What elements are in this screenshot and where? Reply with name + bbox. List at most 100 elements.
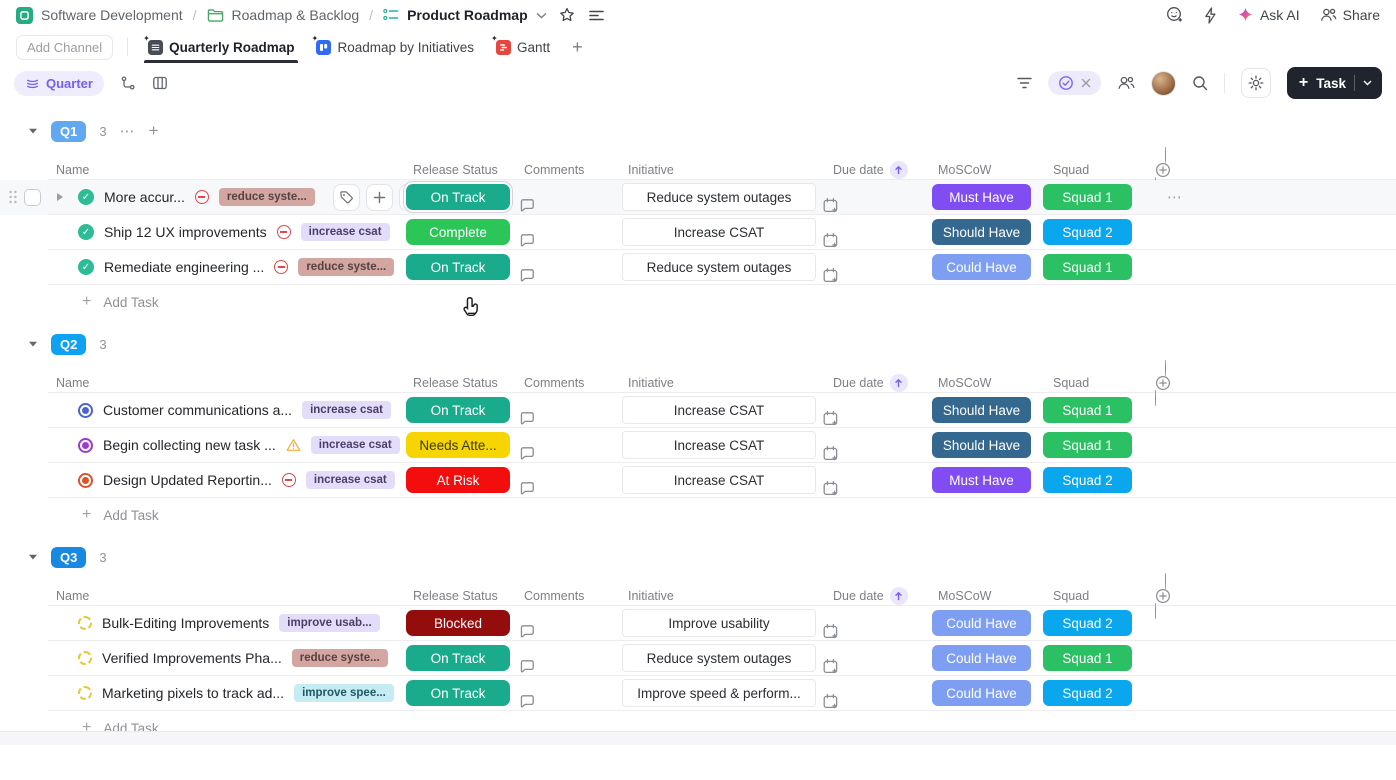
initiative-value[interactable]: Improve usability <box>622 609 816 637</box>
release-status-button[interactable]: On Track <box>406 645 510 671</box>
task-tag[interactable]: improve usab... <box>279 614 379 632</box>
ask-ai-button[interactable]: Ask AI <box>1237 7 1300 24</box>
calendar-plus-icon[interactable] <box>822 197 926 214</box>
calendar-plus-icon[interactable] <box>822 658 926 675</box>
column-header-name[interactable]: Name <box>48 163 406 177</box>
column-header-moscow[interactable]: MoSCoW <box>926 376 1037 390</box>
release-status-button[interactable]: Complete <box>406 219 510 245</box>
column-header-moscow[interactable]: MoSCoW <box>926 163 1037 177</box>
moscow-pill[interactable]: Could Have <box>932 254 1031 280</box>
status-icon-complete[interactable]: ✓ <box>78 224 94 240</box>
tab-quarterly-roadmap[interactable]: ✦ Quarterly Roadmap <box>142 33 300 62</box>
column-header-squad[interactable]: Squad <box>1037 376 1155 390</box>
quarter-pill[interactable]: Q3 <box>51 547 86 568</box>
sort-asc-icon[interactable] <box>890 587 908 605</box>
view-options-icon[interactable] <box>589 10 604 21</box>
task-name[interactable]: Bulk-Editing Improvements <box>102 615 269 631</box>
moscow-pill[interactable]: Could Have <box>932 610 1031 636</box>
calendar-plus-icon[interactable] <box>822 480 926 497</box>
status-icon-complete[interactable]: ✓ <box>78 259 94 275</box>
task-name[interactable]: Begin collecting new task ... <box>103 437 276 453</box>
task-row[interactable]: Marketing pixels to track ad...improve s… <box>48 676 1396 711</box>
column-header-name[interactable]: Name <box>48 376 406 390</box>
squad-pill[interactable]: Squad 1 <box>1043 432 1132 458</box>
row-checkbox[interactable] <box>24 189 41 206</box>
search-icon[interactable] <box>1192 75 1208 91</box>
release-status-button[interactable]: At Risk <box>406 467 510 493</box>
squad-pill[interactable]: Squad 2 <box>1043 680 1132 706</box>
calendar-plus-icon[interactable] <box>822 267 926 284</box>
comment-icon[interactable] <box>518 197 614 214</box>
task-row[interactable]: Bulk-Editing Improvements improve usab...… <box>48 606 1396 641</box>
task-tag[interactable]: reduce syste... <box>219 188 315 206</box>
task-tag[interactable]: increase csat <box>306 471 395 489</box>
columns-icon[interactable] <box>152 75 168 91</box>
release-status-button[interactable]: On Track <box>406 397 510 423</box>
squad-pill[interactable]: Squad 2 <box>1043 467 1132 493</box>
add-view-button[interactable]: + <box>572 37 583 58</box>
comment-icon[interactable] <box>518 445 614 462</box>
task-name[interactable]: Marketing pixels to track ad... <box>102 685 284 701</box>
task-name[interactable]: Design Updated Reportin... <box>103 472 272 488</box>
status-icon-open[interactable] <box>78 686 92 700</box>
assignees-icon[interactable] <box>1117 75 1135 91</box>
share-button[interactable]: Share <box>1320 7 1380 23</box>
release-status-button[interactable]: Needs Atte... <box>406 432 510 458</box>
star-icon[interactable] <box>559 7 575 23</box>
comment-icon[interactable] <box>518 232 614 249</box>
column-header-due-date[interactable]: Due date <box>822 374 926 392</box>
chevron-down-icon[interactable] <box>536 12 547 19</box>
checkbox[interactable] <box>24 189 41 206</box>
squad-pill[interactable]: Squad 2 <box>1043 610 1132 636</box>
collapse-caret-icon[interactable] <box>28 340 38 348</box>
quarter-pill[interactable]: Q2 <box>51 334 86 355</box>
group-menu-icon[interactable]: ⋯ <box>120 122 136 140</box>
status-icon-in-progress[interactable] <box>78 403 93 418</box>
column-header-release-status[interactable]: Release Status <box>406 163 518 177</box>
closed-tasks-filter[interactable] <box>1048 71 1101 95</box>
comment-icon[interactable] <box>518 623 614 640</box>
comment-icon[interactable] <box>518 658 614 675</box>
comment-icon[interactable] <box>518 410 614 427</box>
subtask-icon[interactable] <box>120 75 136 91</box>
task-row[interactable]: Verified Improvements Pha...reduce syste… <box>48 641 1396 676</box>
add-task-button[interactable]: +Add Task <box>48 498 1396 532</box>
comment-icon[interactable] <box>518 693 614 710</box>
column-header-squad[interactable]: Squad <box>1037 589 1155 603</box>
add-subtask-button[interactable] <box>366 184 393 211</box>
initiative-value[interactable]: Increase CSAT <box>622 396 816 424</box>
column-header-initiative[interactable]: Initiative <box>614 589 822 603</box>
task-row[interactable]: ✓Ship 12 UX improvementsincrease csatCom… <box>48 215 1396 250</box>
group-by-quarter-button[interactable]: Quarter <box>14 71 104 96</box>
collapse-caret-icon[interactable] <box>28 127 38 135</box>
avatar[interactable] <box>1151 71 1176 96</box>
quarter-pill[interactable]: Q1 <box>51 121 86 142</box>
task-name[interactable]: Customer communications a... <box>103 402 292 418</box>
task-tag[interactable]: increase csat <box>301 223 390 241</box>
release-status-button[interactable]: On Track <box>406 254 510 280</box>
column-header-release-status[interactable]: Release Status <box>406 589 518 603</box>
column-header-moscow[interactable]: MoSCoW <box>926 589 1037 603</box>
row-menu-icon[interactable]: ⋯ <box>1167 189 1183 206</box>
add-channel-button[interactable]: Add Channel <box>16 35 113 60</box>
initiative-value[interactable]: Improve speed & perform... <box>622 679 816 707</box>
task-row[interactable]: Design Updated Reportin... increase csat A… <box>48 463 1396 498</box>
squad-pill[interactable]: Squad 1 <box>1043 397 1132 423</box>
calendar-plus-icon[interactable] <box>822 232 926 249</box>
initiative-value[interactable]: Reduce system outages <box>622 253 816 281</box>
status-icon-in-progress[interactable] <box>78 473 93 488</box>
add-tag-button[interactable] <box>333 184 360 211</box>
status-icon-open[interactable] <box>78 651 92 665</box>
bolt-icon[interactable] <box>1204 7 1217 24</box>
breadcrumb-view-title[interactable]: Product Roadmap <box>407 7 528 23</box>
release-status-button[interactable]: On Track <box>406 184 510 210</box>
sort-asc-icon[interactable] <box>890 374 908 392</box>
filter-icon[interactable] <box>1017 77 1032 89</box>
task-row[interactable]: Customer communications a...increase csa… <box>48 393 1396 428</box>
moscow-pill[interactable]: Could Have <box>932 645 1031 671</box>
moscow-pill[interactable]: Must Have <box>932 184 1031 210</box>
calendar-plus-icon[interactable] <box>822 623 926 640</box>
task-row[interactable]: ✓More accur...reduce syste...On TrackRed… <box>48 180 1396 215</box>
moscow-pill[interactable]: Must Have <box>932 467 1031 493</box>
status-icon-in-progress[interactable] <box>78 438 93 453</box>
